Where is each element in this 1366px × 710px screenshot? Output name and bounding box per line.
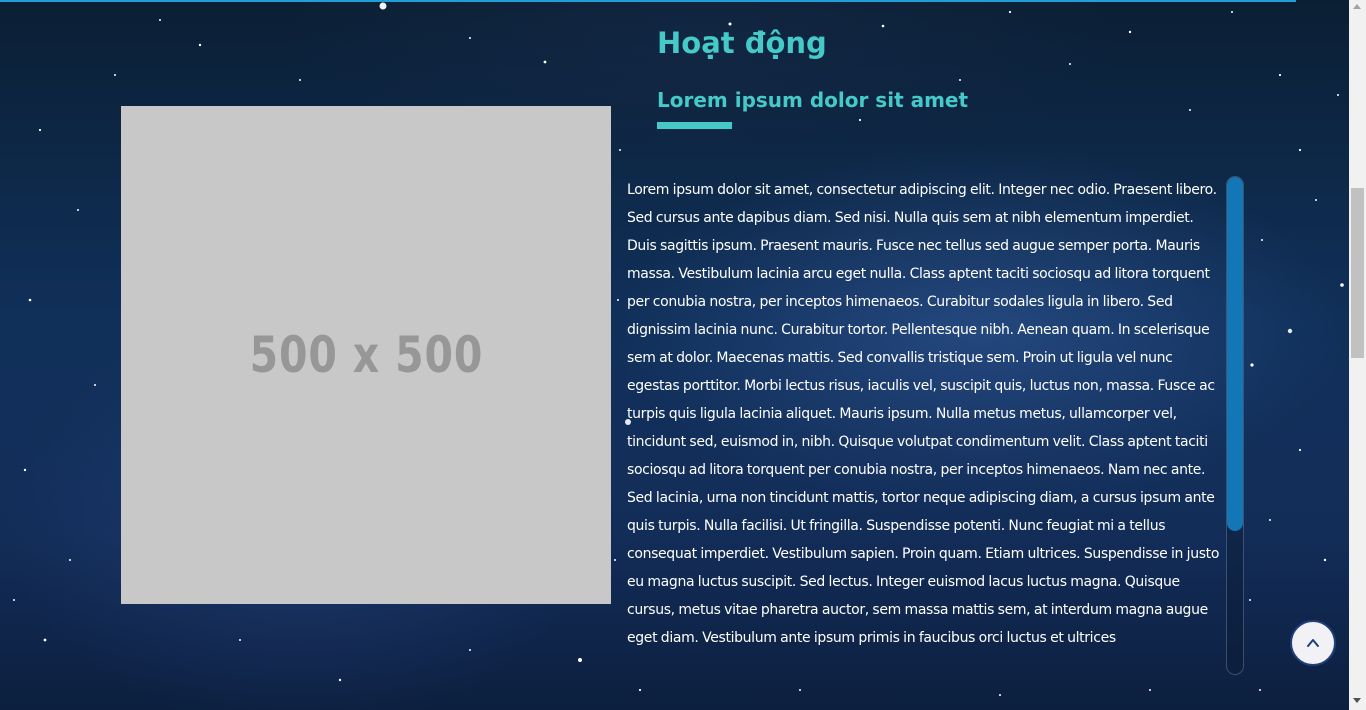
section-title: Hoạt động xyxy=(657,26,827,60)
section-subtitle: Lorem ipsum dolor sit amet xyxy=(657,88,969,112)
scroll-to-top-button[interactable] xyxy=(1290,620,1336,666)
scrollable-text-box[interactable]: Lorem ipsum dolor sit amet, consectetur … xyxy=(627,176,1225,676)
chevron-up-icon xyxy=(1307,639,1319,647)
text-scrollbar-thumb[interactable] xyxy=(1227,177,1243,531)
scroll-down-arrow-icon[interactable] xyxy=(1353,698,1361,703)
scroll-up-arrow-icon[interactable] xyxy=(1353,4,1361,9)
placeholder-image: 500 x 500 xyxy=(121,106,611,604)
page-scrollbar-thumb[interactable] xyxy=(1351,188,1364,358)
subtitle-underline xyxy=(657,122,732,129)
body-text: Lorem ipsum dolor sit amet, consectetur … xyxy=(627,182,1220,646)
image-size-label: 500 x 500 xyxy=(249,326,483,384)
